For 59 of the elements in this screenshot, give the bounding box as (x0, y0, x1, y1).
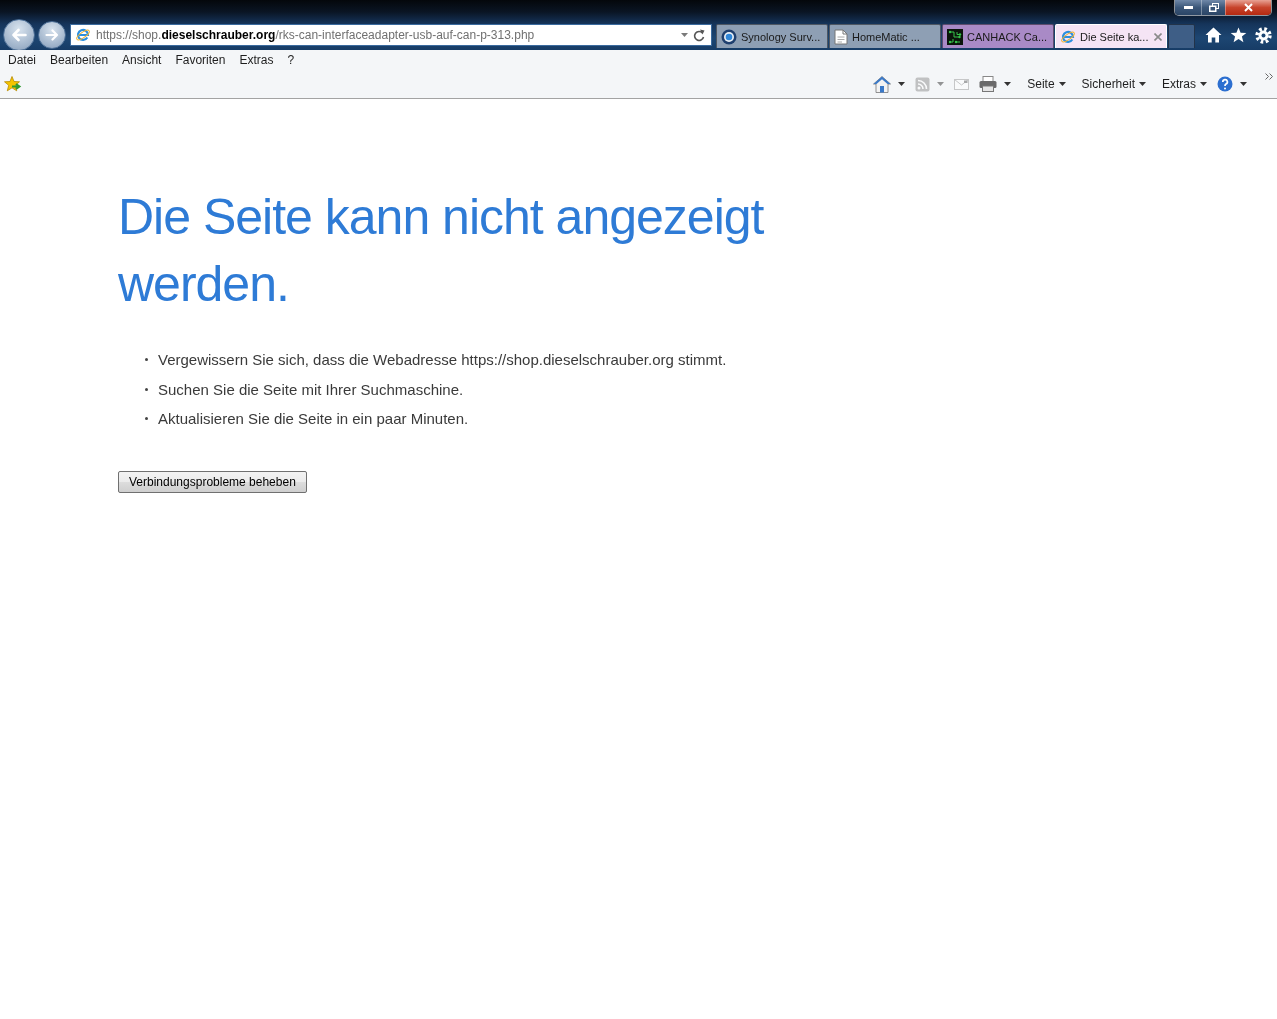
bullet-icon (145, 358, 148, 362)
home-icon[interactable] (1205, 27, 1222, 43)
caret-icon (1200, 82, 1207, 86)
close-button[interactable] (1225, 0, 1271, 15)
document-icon (834, 28, 848, 45)
home-icon (873, 75, 892, 93)
chevrons-button[interactable] (1265, 73, 1274, 80)
printer-icon (979, 76, 998, 92)
menu-item[interactable]: Bearbeiten (44, 50, 115, 70)
back-button[interactable] (3, 19, 35, 51)
refresh-icon[interactable] (693, 28, 705, 42)
settings-icon[interactable] (1255, 26, 1272, 44)
url-text: https://shop.dieselschrauber.org/rks-can-interfaceadapter-usb-auf-can-p-313.php (96, 28, 536, 42)
bullet-icon (145, 387, 148, 391)
close-icon[interactable] (1154, 32, 1162, 41)
browser-logo-icon (75, 27, 91, 43)
address-field[interactable]: https://shop.dieselschrauber.org/rks-can-interfaceadapter-usb-auf-can-p-313.php (70, 24, 712, 46)
back-arrow-icon (11, 28, 27, 42)
menu-item[interactable]: Favoriten (169, 50, 232, 70)
menu-item[interactable]: Ansicht (116, 50, 168, 70)
tip-text: Vergewissern Sie sich, dass die Webadresse https://shop.dieselschrauber.org stimmt. (158, 351, 727, 369)
browser-tab[interactable]: HomeMatic ... (829, 24, 941, 48)
menu-item[interactable]: ? (281, 50, 301, 70)
lens-icon (721, 28, 737, 45)
tip-text: Aktualisieren Sie die Seite in ein paar Minuten. (158, 410, 469, 428)
command-menu-button[interactable]: Sicherheit (1077, 75, 1150, 93)
error-heading: Die Seite kann nicht angezeigt werden. (118, 188, 765, 314)
close-icon (1244, 3, 1253, 12)
restore-icon (1208, 3, 1219, 12)
browser-tab[interactable]: CANHACK Ca... (942, 24, 1054, 48)
restore-button[interactable] (1201, 0, 1225, 15)
bullet-icon (145, 417, 148, 421)
tab-title: Synology Surv... (741, 30, 822, 43)
caret-icon[interactable] (681, 33, 688, 37)
star-arrow-icon[interactable] (4, 76, 22, 92)
star-icon[interactable] (1230, 27, 1247, 43)
command-menu-button[interactable]: Extras (1158, 75, 1211, 93)
forward-button[interactable] (38, 21, 66, 49)
menu-item[interactable]: Datei (2, 50, 42, 70)
browser-tab[interactable]: Synology Surv... (716, 24, 828, 48)
command-menu-button[interactable]: Seite (1023, 75, 1070, 93)
browser-tab[interactable]: Die Seite ka... (1055, 24, 1167, 48)
minimize-button[interactable] (1175, 0, 1201, 15)
forward-arrow-icon (45, 29, 59, 41)
help-icon (1217, 76, 1233, 92)
troubleshoot-button[interactable]: Verbindungsprobleme beheben (118, 470, 307, 493)
tab-title: HomeMatic ... (852, 30, 921, 43)
tip-text: Suchen Sie die Seite mit Ihrer Suchmaschine. (158, 380, 464, 398)
envelope-icon (954, 78, 970, 90)
tab-title: Die Seite ka... (1080, 30, 1150, 43)
browser-logo-icon (1060, 28, 1076, 45)
minimize-icon (1183, 6, 1193, 9)
feed-icon (915, 76, 931, 92)
chevrons-icon (1265, 73, 1274, 80)
tab-title: CANHACK Ca... (967, 30, 1049, 43)
caret-icon (1058, 82, 1066, 86)
caret-icon (1139, 82, 1146, 86)
menu-item[interactable]: Extras (233, 50, 280, 70)
circuit-icon (947, 28, 963, 45)
